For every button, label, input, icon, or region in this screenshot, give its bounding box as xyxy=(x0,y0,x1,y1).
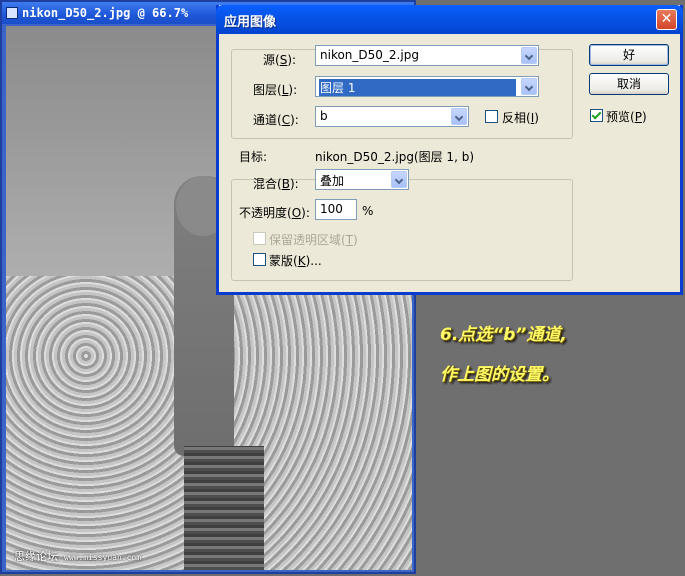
target-value: nikon_D50_2.jpg(图层 1, b) xyxy=(315,150,474,164)
tutorial-annotation-line1: 6.点选“b”通道, xyxy=(440,325,567,345)
blending-label: 混合(B): xyxy=(253,177,299,191)
chevron-down-icon[interactable] xyxy=(391,171,407,188)
watermark-url: www.missyuan.com xyxy=(64,553,142,562)
channel-select[interactable]: b xyxy=(315,106,469,127)
watermark-text: 思缘论坛 xyxy=(14,550,58,563)
channel-label: 通道(C): xyxy=(253,113,299,127)
mask-label[interactable]: 蒙版(K)... xyxy=(269,252,322,269)
mask-checkbox[interactable] xyxy=(253,253,266,266)
tutorial-annotation-line2: 作上图的设置。 xyxy=(440,365,559,385)
blending-select[interactable]: 叠加 xyxy=(315,169,409,190)
chevron-down-icon[interactable] xyxy=(451,108,467,125)
source-value: nikon_D50_2.jpg xyxy=(320,48,419,62)
source-select[interactable]: nikon_D50_2.jpg xyxy=(315,45,539,66)
layer-select[interactable]: 图层 1 xyxy=(315,76,539,97)
channel-value: b xyxy=(320,109,328,123)
blending-value: 叠加 xyxy=(320,174,345,188)
photoshop-doc-icon xyxy=(6,7,18,19)
chevron-down-icon[interactable] xyxy=(521,78,537,95)
source-label: 源(S): xyxy=(263,53,297,67)
ok-button[interactable]: 好 xyxy=(589,44,669,66)
invert-label[interactable]: 反相(I) xyxy=(502,109,539,126)
canvas-figure-skirt xyxy=(184,446,264,570)
invert-checkbox[interactable] xyxy=(485,110,498,123)
preview-label[interactable]: 预览(P) xyxy=(606,108,647,125)
chevron-down-icon[interactable] xyxy=(521,47,537,64)
dialog-title-bar[interactable]: 应用图像 ✕ xyxy=(216,5,683,34)
document-title: nikon_D50_2.jpg @ 66.7% xyxy=(22,6,189,20)
watermark: 思缘论坛 www.missyuan.com xyxy=(14,548,141,564)
preserve-transparency-checkbox[interactable] xyxy=(253,232,266,245)
close-icon: ✕ xyxy=(660,11,673,27)
opacity-label: 不透明度(O): xyxy=(239,206,310,220)
preview-checkbox[interactable] xyxy=(590,109,603,122)
apply-image-dialog: 应用图像 ✕ 源(S): nikon_D50_2.jpg 图层(L): 图层 1… xyxy=(216,5,683,295)
layer-label: 图层(L): xyxy=(253,83,298,97)
opacity-input[interactable]: 100 xyxy=(315,199,357,220)
close-button[interactable]: ✕ xyxy=(656,9,677,30)
preserve-transparency-label: 保留透明区域(T) xyxy=(269,233,358,247)
layer-value: 图层 1 xyxy=(319,79,516,96)
target-label: 目标: xyxy=(239,150,268,164)
opacity-unit: % xyxy=(362,204,374,218)
cancel-button[interactable]: 取消 xyxy=(589,73,669,95)
dialog-title: 应用图像 xyxy=(224,15,277,30)
